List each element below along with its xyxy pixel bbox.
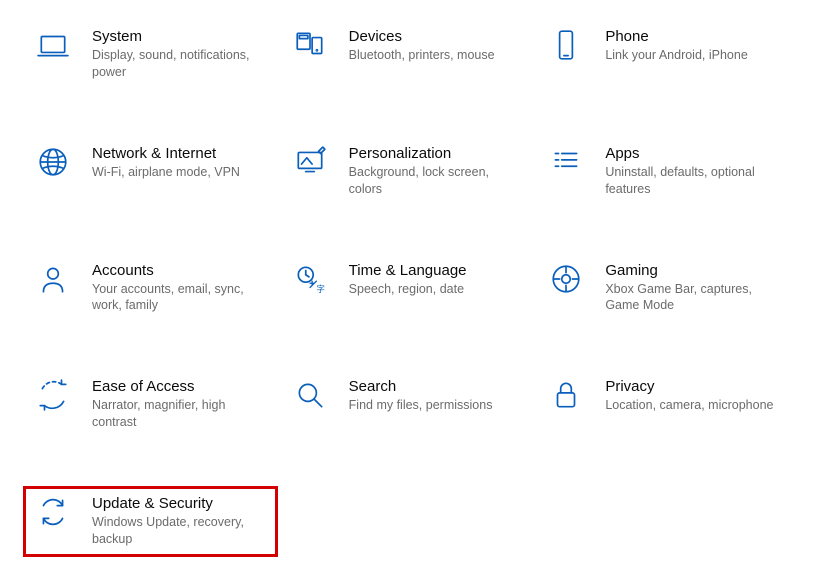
tile-title: Gaming [605, 262, 782, 279]
settings-tile-update[interactable]: Update & Security Windows Update, recove… [28, 491, 273, 552]
tile-desc: Bluetooth, printers, mouse [349, 47, 526, 64]
tile-desc: Xbox Game Bar, captures, Game Mode [605, 281, 782, 315]
system-icon [32, 28, 74, 62]
tile-title: Ease of Access [92, 378, 269, 395]
settings-tile-search[interactable]: Search Find my files, permissions [285, 374, 530, 435]
search-icon [289, 378, 331, 412]
personalization-icon [289, 145, 331, 179]
tile-desc: Background, lock screen, colors [349, 164, 526, 198]
ease-icon [32, 378, 74, 412]
tile-desc: Location, camera, microphone [605, 397, 782, 414]
tile-desc: Narrator, magnifier, high contrast [92, 397, 269, 431]
settings-tile-privacy[interactable]: Privacy Location, camera, microphone [541, 374, 786, 435]
tile-desc: Uninstall, defaults, optional features [605, 164, 782, 198]
accounts-icon [32, 262, 74, 296]
tile-title: Update & Security [92, 495, 263, 512]
tile-title: Accounts [92, 262, 269, 279]
settings-tile-network[interactable]: Network & Internet Wi-Fi, airplane mode,… [28, 141, 273, 202]
tile-desc: Display, sound, notifications, power [92, 47, 269, 81]
tile-desc: Windows Update, recovery, backup [92, 514, 263, 548]
gaming-icon [545, 262, 587, 296]
tile-desc: Speech, region, date [349, 281, 526, 298]
tile-title: Privacy [605, 378, 782, 395]
network-icon [32, 145, 74, 179]
settings-tile-devices[interactable]: Devices Bluetooth, printers, mouse [285, 24, 530, 85]
tile-title: Network & Internet [92, 145, 269, 162]
tile-desc: Link your Android, iPhone [605, 47, 782, 64]
tile-title: Search [349, 378, 526, 395]
tile-title: Time & Language [349, 262, 526, 279]
devices-icon [289, 28, 331, 62]
timelang-icon [289, 262, 331, 296]
tile-title: Phone [605, 28, 782, 45]
settings-tile-timelang[interactable]: Time & Language Speech, region, date [285, 258, 530, 319]
tile-desc: Find my files, permissions [349, 397, 526, 414]
tile-title: System [92, 28, 269, 45]
tile-title: Personalization [349, 145, 526, 162]
update-icon [32, 495, 74, 529]
settings-tile-ease[interactable]: Ease of Access Narrator, magnifier, high… [28, 374, 273, 435]
tile-title: Devices [349, 28, 526, 45]
settings-tile-system[interactable]: System Display, sound, notifications, po… [28, 24, 273, 85]
settings-tile-accounts[interactable]: Accounts Your accounts, email, sync, wor… [28, 258, 273, 319]
settings-tile-apps[interactable]: Apps Uninstall, defaults, optional featu… [541, 141, 786, 202]
phone-icon [545, 28, 587, 62]
tile-title: Apps [605, 145, 782, 162]
settings-tile-personalization[interactable]: Personalization Background, lock screen,… [285, 141, 530, 202]
tile-desc: Wi-Fi, airplane mode, VPN [92, 164, 269, 181]
tile-desc: Your accounts, email, sync, work, family [92, 281, 269, 315]
privacy-icon [545, 378, 587, 412]
settings-tile-gaming[interactable]: Gaming Xbox Game Bar, captures, Game Mod… [541, 258, 786, 319]
apps-icon [545, 145, 587, 179]
settings-tile-phone[interactable]: Phone Link your Android, iPhone [541, 24, 786, 85]
